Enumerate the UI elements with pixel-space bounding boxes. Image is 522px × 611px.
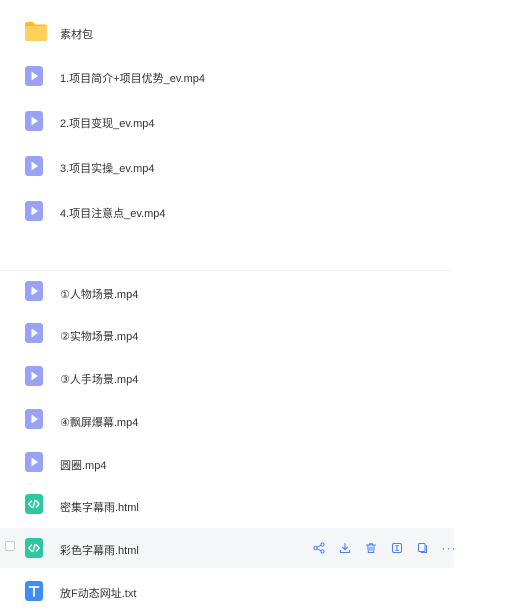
- video-file-icon: [24, 451, 46, 473]
- video-file-icon: [24, 408, 46, 430]
- list-divider: [0, 270, 454, 271]
- video-file-icon: [24, 322, 46, 344]
- file-row[interactable]: 圆圈.mp4: [0, 443, 454, 483]
- row-actions: ···: [306, 528, 462, 568]
- file-row[interactable]: ②实物场景.mp4: [0, 314, 454, 354]
- file-name: ①人物场景.mp4: [60, 289, 139, 301]
- video-file-icon: [24, 365, 46, 387]
- file-name: 放F动态网址.txt: [60, 588, 137, 600]
- file-row-folder[interactable]: 素材包: [0, 12, 454, 52]
- video-file-icon: [24, 280, 46, 302]
- share-icon[interactable]: [306, 538, 332, 558]
- folder-icon: [24, 20, 47, 42]
- file-name: ③人手场景.mp4: [60, 374, 139, 386]
- file-row[interactable]: 4.项目注意点_ev.mp4: [0, 191, 454, 231]
- file-name: ②实物场景.mp4: [60, 331, 139, 343]
- file-row[interactable]: 密集字幕雨.html: [0, 485, 454, 525]
- file-name: 1.项目简介+项目优势_ev.mp4: [60, 73, 205, 85]
- file-row-hovered[interactable]: 彩色字幕雨.html ···: [0, 528, 456, 568]
- file-name: 圆圈.mp4: [60, 460, 107, 472]
- row-checkbox[interactable]: [5, 541, 15, 551]
- file-name: 3.项目实操_ev.mp4: [60, 163, 155, 175]
- file-row[interactable]: ①人物场景.mp4: [0, 272, 454, 312]
- delete-icon[interactable]: [358, 538, 384, 558]
- file-row[interactable]: ③人手场景.mp4: [0, 357, 454, 397]
- file-name: ④飘屏爆幕.mp4: [60, 417, 139, 429]
- file-row[interactable]: 3.项目实操_ev.mp4: [0, 146, 454, 186]
- file-name: 2.项目变现_ev.mp4: [60, 118, 155, 130]
- file-name: 4.项目注意点_ev.mp4: [60, 208, 166, 220]
- html-file-icon: [24, 493, 46, 515]
- copy-icon[interactable]: [410, 538, 436, 558]
- file-row[interactable]: 1.项目简介+项目优势_ev.mp4: [0, 56, 454, 96]
- video-file-icon: [24, 200, 46, 222]
- rename-icon[interactable]: [384, 538, 410, 558]
- file-name: 彩色字幕雨.html: [60, 545, 139, 557]
- file-row[interactable]: ④飘屏爆幕.mp4: [0, 400, 454, 440]
- txt-file-icon: [24, 580, 46, 602]
- html-file-icon: [24, 537, 46, 559]
- download-icon[interactable]: [332, 538, 358, 558]
- file-name: 素材包: [60, 29, 93, 41]
- video-file-icon: [24, 155, 46, 177]
- file-row[interactable]: 放F动态网址.txt: [0, 571, 454, 611]
- file-row[interactable]: 2.项目变现_ev.mp4: [0, 101, 454, 141]
- video-file-icon: [24, 65, 46, 87]
- more-icon[interactable]: ···: [436, 538, 462, 558]
- video-file-icon: [24, 110, 46, 132]
- file-name: 密集字幕雨.html: [60, 502, 139, 514]
